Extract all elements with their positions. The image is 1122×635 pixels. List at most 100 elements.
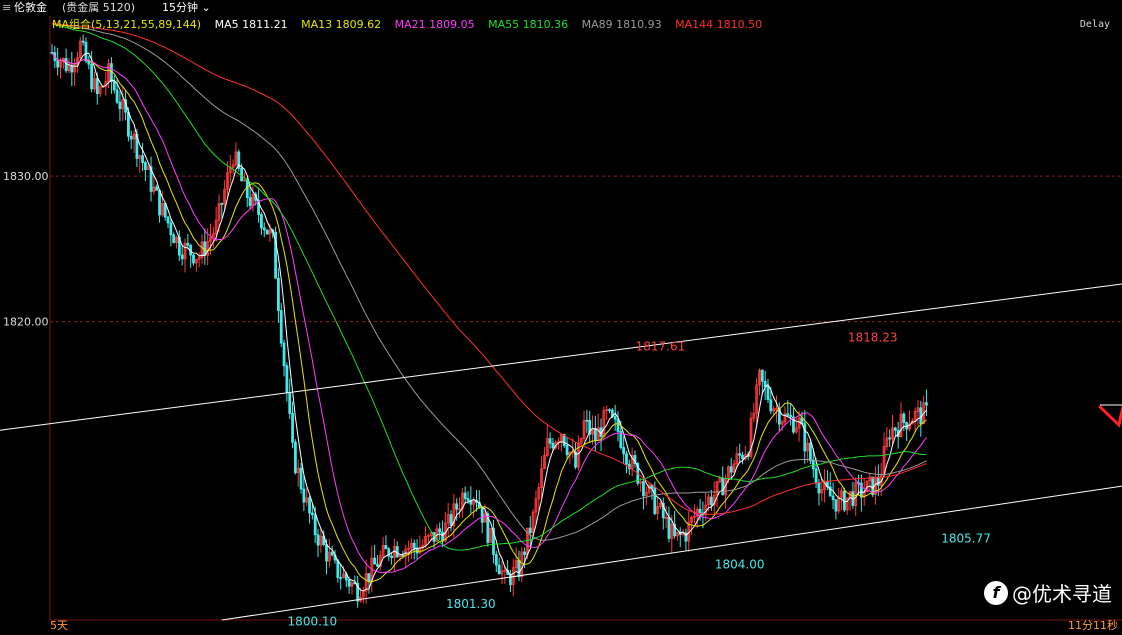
candle-body xyxy=(622,447,626,455)
candle-body xyxy=(814,468,818,484)
candle-body xyxy=(642,481,645,497)
period-label: 15分钟 xyxy=(162,1,198,14)
candle-body xyxy=(625,453,628,465)
candle-body xyxy=(441,531,444,542)
candle-body xyxy=(376,563,379,567)
menu-icon[interactable]: ≡ xyxy=(2,0,11,16)
price-annotation: 1804.00 xyxy=(715,558,765,572)
candle-body xyxy=(81,40,85,43)
candle-body xyxy=(831,495,835,501)
candle-body xyxy=(766,386,770,401)
price-chart[interactable]: 1820.00 1830.00 1817.61 1818.23 1800.10 1801.… xyxy=(0,0,1122,635)
candle-body xyxy=(166,216,170,224)
candle-body xyxy=(494,554,498,566)
symbol-group: (贵金属 5120) xyxy=(62,1,136,14)
candle-body xyxy=(90,63,94,90)
candle-body xyxy=(789,414,793,418)
candle-body xyxy=(186,242,190,246)
candle-body xyxy=(180,254,184,260)
candle-body xyxy=(449,514,453,527)
candle-body xyxy=(738,453,742,456)
candle-body xyxy=(585,419,589,422)
candle-body xyxy=(325,544,328,562)
price-annotation: 1818.23 xyxy=(848,330,898,344)
symbol-name[interactable]: 伦敦金 xyxy=(14,0,47,16)
candle-body xyxy=(347,579,351,587)
candle-body xyxy=(302,488,306,503)
candle-body xyxy=(141,155,144,163)
price-annotation: 1801.30 xyxy=(446,597,496,611)
candle-body xyxy=(653,487,657,515)
candle-body xyxy=(316,534,320,546)
candle-body xyxy=(893,427,897,431)
candle-body xyxy=(276,277,280,311)
candle-body xyxy=(517,560,521,578)
chart-header: ≡ 伦敦金 (贵金属 5120) 15分钟 ⌄ xyxy=(0,0,1122,16)
range-label[interactable]: 5天 xyxy=(50,617,68,633)
candle-body xyxy=(463,492,467,499)
candle-body xyxy=(593,428,597,441)
ma21-label: MA21 1809.05 xyxy=(394,18,475,31)
channel-upper-line xyxy=(0,283,1122,431)
candle-body xyxy=(763,380,767,387)
candle-body xyxy=(834,499,838,512)
ma144-line xyxy=(51,23,927,515)
watermark: f @优术寻道 xyxy=(984,578,1112,607)
candle-body xyxy=(367,573,371,582)
candle-body xyxy=(279,310,283,344)
candle-body xyxy=(172,234,176,244)
candle-body xyxy=(285,365,289,393)
candle-body xyxy=(112,81,116,91)
candle-body xyxy=(240,167,244,182)
candle-body xyxy=(608,409,611,411)
candle-body xyxy=(616,418,620,432)
candle-body xyxy=(158,189,161,216)
ma5-label: MA5 1811.21 xyxy=(214,18,288,31)
candle-body xyxy=(698,508,702,514)
candle-body xyxy=(395,546,399,558)
ma13-label: MA13 1809.62 xyxy=(301,18,382,31)
price-annotation: 1800.10 xyxy=(288,614,338,628)
candle-body xyxy=(95,78,99,95)
candle-body xyxy=(548,438,552,444)
ma-legend[interactable]: MA组合(5,13,21,55,89,144) MA5 1811.21 MA13… xyxy=(52,17,772,33)
candle-body xyxy=(902,413,906,423)
candle-body xyxy=(613,416,617,420)
candle-body xyxy=(497,564,501,575)
candle-body xyxy=(438,528,442,533)
candle-body xyxy=(282,342,286,367)
candle-body xyxy=(760,369,764,382)
candle-body xyxy=(143,162,147,170)
candle-body xyxy=(412,542,416,549)
candle-body xyxy=(299,467,303,490)
candle-body xyxy=(64,58,68,72)
candle-body xyxy=(373,557,377,565)
ma89-line xyxy=(51,23,927,541)
delay-badge: Delay xyxy=(1079,19,1110,30)
candle-body xyxy=(888,437,892,440)
candle-body xyxy=(288,392,292,414)
candle-body xyxy=(741,454,744,460)
candle-body xyxy=(925,402,928,406)
candle-body xyxy=(260,214,263,229)
price-annotation: 1805.77 xyxy=(941,532,991,546)
candle-body xyxy=(70,65,74,73)
candle-body xyxy=(817,482,821,494)
candle-body xyxy=(565,445,569,456)
candle-body xyxy=(455,503,459,510)
candle-body xyxy=(262,227,266,231)
candle-body xyxy=(308,497,311,514)
candle-body xyxy=(115,89,119,103)
ma55-line xyxy=(51,23,927,551)
candle-body xyxy=(466,498,470,501)
candle-body xyxy=(390,555,394,558)
candle-body xyxy=(769,399,773,412)
candle-body xyxy=(129,135,133,140)
period-selector[interactable]: 15分钟 ⌄ xyxy=(162,0,211,16)
candle-body xyxy=(203,241,207,256)
candle-body xyxy=(709,496,713,506)
chevron-down-icon: ⌄ xyxy=(198,1,211,14)
ma21-line xyxy=(51,52,927,574)
price-annotation: 1817.61 xyxy=(636,339,686,353)
ma-group-label[interactable]: MA组合(5,13,21,55,89,144) xyxy=(52,18,201,31)
